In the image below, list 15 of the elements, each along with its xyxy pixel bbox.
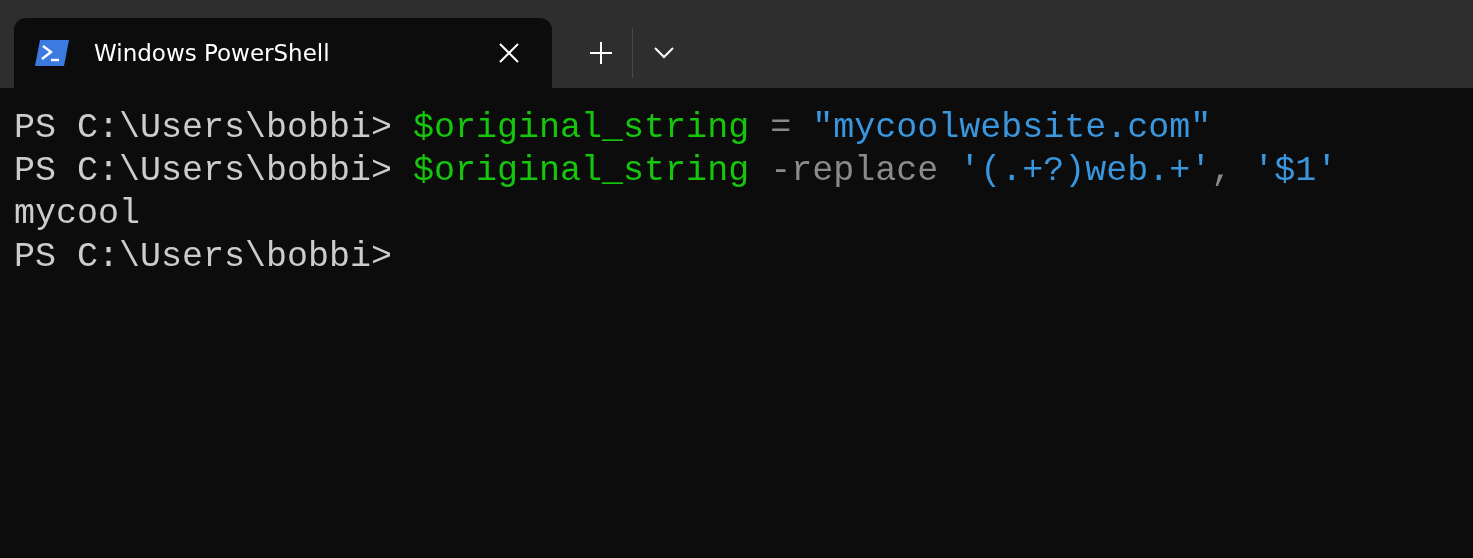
string-literal: '$1'	[1253, 151, 1338, 191]
powershell-icon	[34, 39, 70, 67]
operator-text: ,	[1211, 151, 1234, 191]
tab-title: Windows PowerShell	[94, 40, 331, 66]
string-literal: "mycoolwebsite.com"	[812, 108, 1212, 148]
string-literal: '(.+?)web.+'	[959, 151, 1212, 191]
output-text: mycool	[14, 194, 141, 234]
prompt-text: PS C:\Users\bobbi>	[14, 151, 394, 191]
terminal-tab[interactable]: Windows PowerShell	[14, 18, 552, 88]
prompt-text: PS C:\Users\bobbi>	[14, 108, 394, 148]
variable-text: $original_string	[413, 151, 750, 191]
variable-text: $original_string	[413, 108, 750, 148]
prompt-text: PS C:\Users\bobbi>	[14, 237, 393, 277]
operator-text: =	[769, 108, 793, 148]
operator-text: -replace	[769, 151, 940, 191]
